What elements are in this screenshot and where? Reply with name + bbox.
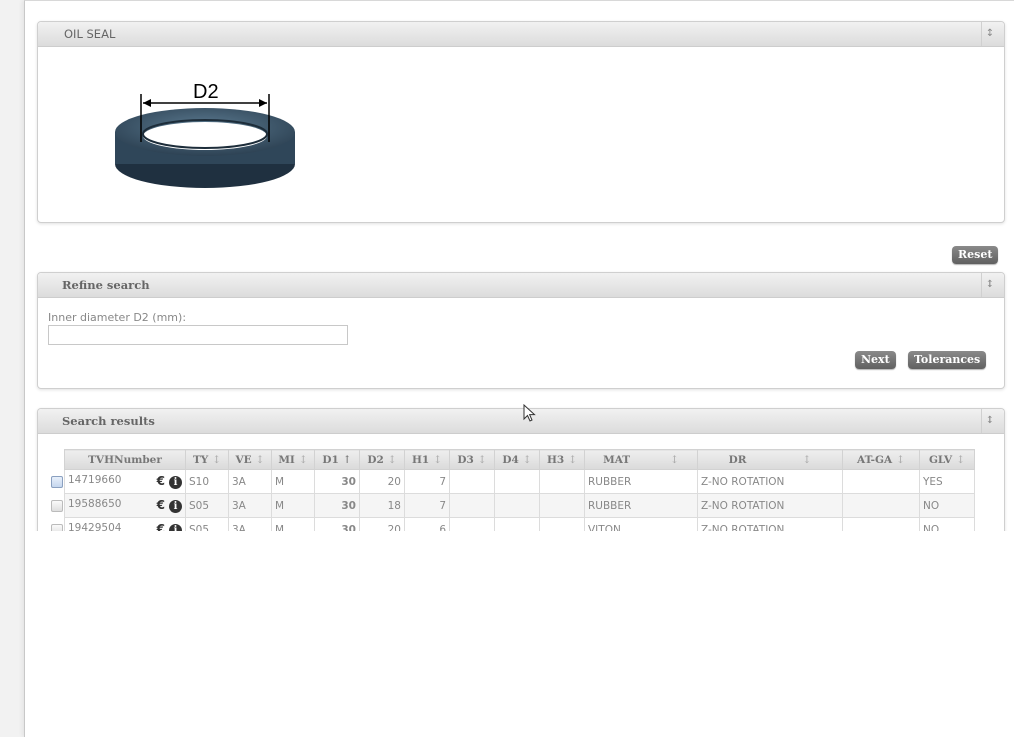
column-header-d3[interactable]: D3 ↕ bbox=[449, 449, 495, 470]
ve-cell: 3A bbox=[228, 493, 272, 518]
glv-cell: NO bbox=[919, 493, 975, 518]
d3-cell bbox=[449, 493, 495, 518]
sort-icon: ↕ bbox=[255, 453, 265, 466]
glv-cell: YES bbox=[919, 469, 975, 494]
sort-icon: ↕ bbox=[896, 453, 905, 466]
column-header-ty[interactable]: TY ↕ bbox=[185, 449, 229, 470]
ty-cell: S05 bbox=[185, 493, 229, 518]
column-header-mi[interactable]: MI ↕ bbox=[271, 449, 315, 470]
oil-seal-toggle-icon[interactable]: ↕ bbox=[981, 22, 998, 46]
mi-cell: M bbox=[271, 469, 315, 494]
d2-cell: 18 bbox=[359, 493, 405, 518]
mouse-pointer-icon bbox=[523, 404, 536, 422]
column-header-glv[interactable]: GLV ↕ bbox=[919, 449, 975, 470]
table-row[interactable]: 19588650 € i S05 3A M 30 18 7 RUBBER Z-NO … bbox=[50, 493, 975, 518]
h3-cell bbox=[539, 493, 585, 518]
tvh-number-cell: 19588650 € i bbox=[64, 493, 186, 518]
column-header-d2[interactable]: D2 ↕ bbox=[359, 449, 405, 470]
column-header-h3[interactable]: H3 ↕ bbox=[539, 449, 585, 470]
column-header-mat[interactable]: MAT ↕ bbox=[584, 449, 698, 470]
sort-icon: ↕ bbox=[212, 453, 222, 466]
column-header-d4[interactable]: D4 ↕ bbox=[494, 449, 540, 470]
refine-search-header[interactable]: Refine search ↕ bbox=[38, 273, 1004, 298]
table-row[interactable]: 14719660 € i S10 3A M 30 20 7 RUBBER Z-NO … bbox=[50, 469, 975, 494]
reset-button[interactable]: Reset bbox=[952, 246, 999, 264]
oil-seal-diagram: D2 bbox=[115, 81, 295, 188]
sort-icon: ↕ bbox=[802, 453, 812, 466]
sort-icon: ↕ bbox=[298, 453, 308, 466]
d2-cell: 20 bbox=[359, 469, 405, 494]
column-header-d1[interactable]: D1 ↑ bbox=[314, 449, 360, 470]
column-header-ve[interactable]: VE ↕ bbox=[228, 449, 272, 470]
euro-price-icon[interactable]: € bbox=[157, 498, 165, 512]
info-icon[interactable]: i bbox=[169, 500, 182, 513]
results-header-row: TVHNumber TY ↕ VE ↕ MI ↕ D1 ↑ D2 ↕ H1 ↕ D3 ↕ D4… bbox=[50, 449, 975, 470]
refine-search-toggle-icon[interactable]: ↕ bbox=[981, 273, 998, 297]
d1-cell: 30 bbox=[314, 469, 360, 494]
oil-seal-panel-header[interactable]: OIL SEAL ↕ bbox=[38, 22, 1004, 47]
column-header-h1[interactable]: H1 ↕ bbox=[404, 449, 450, 470]
refine-search-panel: Refine search ↕ Inner diameter D2 (mm): … bbox=[37, 272, 1005, 389]
d3-cell bbox=[449, 469, 495, 494]
row-checkbox-cell[interactable] bbox=[50, 470, 65, 494]
tvh-number-cell: 14719660 € i bbox=[64, 469, 186, 494]
page-blank-area bbox=[25, 531, 1014, 737]
mat-cell: RUBBER bbox=[584, 493, 698, 518]
d4-cell bbox=[494, 493, 540, 518]
results-table: TVHNumber TY ↕ VE ↕ MI ↕ D1 ↑ D2 ↕ H1 ↕ D3 ↕ D4… bbox=[50, 449, 975, 542]
column-header-dr[interactable]: DR ↕ bbox=[697, 449, 843, 470]
oil-seal-panel-title: OIL SEAL bbox=[64, 27, 116, 41]
sort-icon: ↕ bbox=[387, 453, 397, 466]
next-button[interactable]: Next bbox=[855, 351, 896, 369]
row-checkbox[interactable] bbox=[51, 499, 63, 512]
sort-icon: ↕ bbox=[477, 453, 487, 466]
inner-diameter-input[interactable] bbox=[48, 325, 348, 345]
sort-icon: ↕ bbox=[956, 453, 966, 466]
h3-cell bbox=[539, 469, 585, 494]
mat-cell: RUBBER bbox=[584, 469, 698, 494]
dr-cell: Z-NO ROTATION bbox=[697, 493, 843, 518]
sort-icon: ↕ bbox=[670, 453, 679, 466]
d1-cell: 30 bbox=[314, 493, 360, 518]
h1-cell: 7 bbox=[404, 469, 450, 494]
info-icon[interactable]: i bbox=[169, 476, 182, 489]
at-ga-cell bbox=[842, 493, 920, 518]
euro-price-icon[interactable]: € bbox=[157, 474, 165, 488]
sort-icon: ↕ bbox=[568, 453, 578, 466]
column-header-tvhnumber[interactable]: TVHNumber bbox=[64, 449, 186, 470]
column-header-checkbox bbox=[50, 449, 65, 470]
tolerances-button[interactable]: Tolerances bbox=[908, 351, 987, 369]
diagram-d2-label: D2 bbox=[193, 81, 219, 103]
row-checkbox-cell[interactable] bbox=[50, 493, 65, 518]
dr-cell: Z-NO ROTATION bbox=[697, 469, 843, 494]
search-results-header[interactable]: Search results ↕ bbox=[38, 409, 1004, 434]
app-window: OIL SEAL ↕ D2 Reset Refine search ↕ Inne… bbox=[24, 0, 1014, 737]
search-results-title: Search results bbox=[62, 414, 155, 428]
oil-seal-panel: OIL SEAL ↕ D2 bbox=[37, 21, 1005, 223]
ty-cell: S10 bbox=[185, 469, 229, 494]
mi-cell: M bbox=[271, 493, 315, 518]
ve-cell: 3A bbox=[228, 469, 272, 494]
search-results-toggle-icon[interactable]: ↕ bbox=[981, 409, 998, 433]
d4-cell bbox=[494, 469, 540, 494]
sort-icon: ↕ bbox=[433, 453, 443, 466]
inner-diameter-label: Inner diameter D2 (mm): bbox=[48, 311, 187, 324]
at-ga-cell bbox=[842, 469, 920, 494]
row-checkbox[interactable] bbox=[51, 475, 63, 488]
h1-cell: 7 bbox=[404, 493, 450, 518]
column-header-at-ga[interactable]: AT-GA ↕ bbox=[842, 449, 920, 470]
refine-search-title: Refine search bbox=[62, 278, 150, 292]
sort-ascending-icon: ↑ bbox=[342, 453, 352, 466]
sort-icon: ↕ bbox=[522, 453, 532, 466]
